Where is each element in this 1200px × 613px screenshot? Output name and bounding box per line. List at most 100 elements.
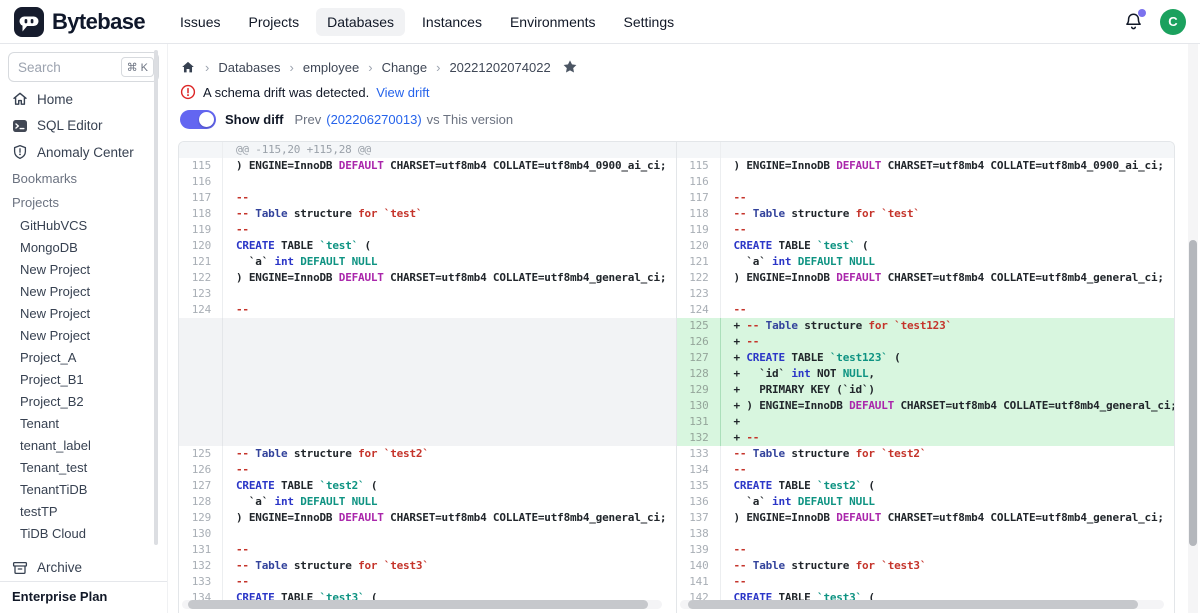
diff-line: 127+ CREATE TABLE `test123` ( [677,350,1175,366]
diff-filler-line [179,318,676,334]
line-number [179,398,223,414]
shield-icon [12,144,28,160]
line-number: 115 [179,158,223,174]
project-item[interactable]: New Project [0,259,167,281]
diff-line: 116 [677,174,1175,190]
nav-item-issues[interactable]: Issues [169,8,231,36]
line-number: 116 [179,174,223,190]
nav-item-databases[interactable]: Databases [316,8,405,36]
project-item[interactable]: TiDB Cloud [0,523,167,545]
project-item[interactable]: New Project [0,303,167,325]
line-number: 127 [179,478,223,494]
diff-line: 126-- [179,462,676,478]
diff-line: 123 [179,286,676,302]
line-number: 138 [677,526,721,542]
project-item[interactable]: MongoDB [0,237,167,259]
breadcrumb-version[interactable]: 20221202074022 [449,60,550,75]
diff-line: 132+ -- [677,430,1175,446]
left-horizontal-scrollbar[interactable] [188,600,648,609]
bytebase-logo-icon [14,7,44,37]
alert-circle-icon [180,84,196,100]
sidebar-item-label: Anomaly Center [37,145,134,160]
diff-pane-previous: @@ -115,20 +115,28 @@115) ENGINE=InnoDB … [179,142,677,613]
diff-line: 120CREATE TABLE `test` ( [677,238,1175,254]
line-number: 141 [677,574,721,590]
avatar[interactable]: C [1160,9,1186,35]
sidebar-item-home[interactable]: Home [0,86,167,112]
breadcrumb-change[interactable]: Change [382,60,428,75]
line-number: 128 [677,366,721,382]
line-number: 130 [677,398,721,414]
project-item[interactable]: GitHubVCS [0,215,167,237]
line-number: 125 [179,446,223,462]
project-item[interactable]: Project_B2 [0,391,167,413]
breadcrumb-home-icon[interactable] [180,60,196,75]
show-diff-label: Show diff [225,112,284,127]
diff-line: 128+ `id` int NOT NULL, [677,366,1175,382]
sidebar-item-archive[interactable]: Archive [0,555,167,581]
line-number: 132 [179,558,223,574]
diff-filler-line [179,398,676,414]
project-item[interactable]: tenant_label [0,435,167,457]
line-number: 136 [677,494,721,510]
line-number: 131 [179,542,223,558]
page-vertical-scrollbar[interactable] [1189,240,1197,546]
notifications-button[interactable] [1124,12,1144,32]
line-number [179,366,223,382]
breadcrumb: › Databases › employee › Change › 202212… [180,59,1200,75]
project-item[interactable]: New Project [0,325,167,347]
line-number: 137 [677,510,721,526]
project-item[interactable]: New Project [0,281,167,303]
nav-item-instances[interactable]: Instances [411,8,493,36]
diff-filler-line [179,430,676,446]
nav-item-environments[interactable]: Environments [499,8,607,36]
line-number [179,334,223,350]
diff-line: 119-- [179,222,676,238]
diff-line: 122) ENGINE=InnoDB DEFAULT CHARSET=utf8m… [179,270,676,286]
sidebar-item-label: Archive [37,560,82,575]
main-content: › Databases › employee › Change › 202212… [168,44,1200,613]
right-horizontal-scrollbar[interactable] [688,600,1138,609]
project-list: GitHubVCSMongoDBNew ProjectNew ProjectNe… [0,215,167,545]
diff-line: 130 [179,526,676,542]
project-item[interactable]: Project_A [0,347,167,369]
sidebar-item-sql-editor[interactable]: SQL Editor [0,112,167,138]
line-number: 122 [677,270,721,286]
diff-line: 127CREATE TABLE `test2` ( [179,478,676,494]
breadcrumb-employee[interactable]: employee [303,60,359,75]
line-number [179,382,223,398]
diff-line: 129+ PRIMARY KEY (`id`) [677,382,1175,398]
line-number: 131 [677,414,721,430]
breadcrumb-databases[interactable]: Databases [218,60,280,75]
project-item[interactable]: testTP [0,501,167,523]
diff-line: 130+ ) ENGINE=InnoDB DEFAULT CHARSET=utf… [677,398,1175,414]
diff-line: 125-- Table structure for `test2` [179,446,676,462]
bytebase-logo[interactable]: Bytebase [14,7,145,37]
nav-item-settings[interactable]: Settings [613,8,686,36]
diff-line: 118-- Table structure for `test` [677,206,1175,222]
sidebar-item-anomaly-center[interactable]: Anomaly Center [0,139,167,165]
line-number: 115 [677,158,721,174]
project-item[interactable]: Tenant_test [0,457,167,479]
alert-text: A schema drift was detected. [203,85,369,100]
show-diff-toggle[interactable] [180,110,216,129]
project-item[interactable]: TenantTiDB [0,479,167,501]
line-number: 133 [677,446,721,462]
project-item[interactable]: Project_B1 [0,369,167,391]
diff-line: 123 [677,286,1175,302]
diff-line: 133-- Table structure for `test2` [677,446,1175,462]
diff-hunk-header: @@ -115,20 +115,28 @@ [179,142,676,158]
prev-label: Prev [295,112,322,127]
prev-version-link[interactable]: (202206270013) [326,112,421,127]
star-icon[interactable] [562,59,578,75]
view-drift-link[interactable]: View drift [376,85,429,100]
diff-line: 129) ENGINE=InnoDB DEFAULT CHARSET=utf8m… [179,510,676,526]
diff-pane-current: 115) ENGINE=InnoDB DEFAULT CHARSET=utf8m… [677,142,1175,613]
nav-item-projects[interactable]: Projects [238,8,311,36]
plan-badge: Enterprise Plan [0,581,167,613]
diff-line: 121 `a` int DEFAULT NULL [677,254,1175,270]
project-item[interactable]: Tenant [0,413,167,435]
diff-line: 125+ -- Table structure for `test123` [677,318,1175,334]
diff-line: 116 [179,174,676,190]
sidebar-scrollbar[interactable] [154,50,158,545]
